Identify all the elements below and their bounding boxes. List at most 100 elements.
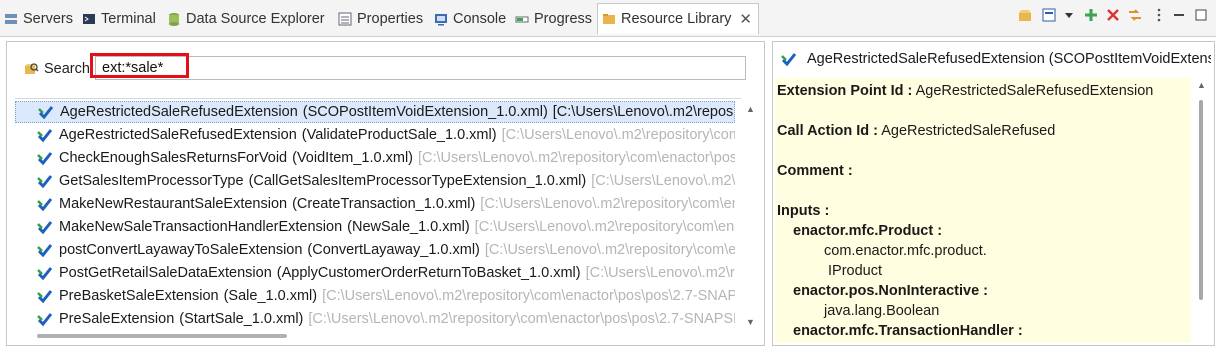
detail-panel: AgeRestrictedSaleRefusedExtension (SCOPo… — [772, 41, 1215, 346]
extension-icon — [38, 104, 54, 120]
results-list: AgeRestrictedSaleRefusedExtension (SCOPos… — [15, 98, 741, 332]
tab-servers-label: Servers — [23, 11, 73, 27]
tab-servers[interactable]: Servers — [4, 8, 73, 30]
data-source-icon — [167, 12, 181, 26]
tab-properties[interactable]: Properties — [338, 8, 423, 30]
delete-icon[interactable] — [1104, 6, 1122, 24]
extension-icon — [37, 150, 53, 166]
more-options-icon[interactable] — [1150, 6, 1168, 24]
input-type: com.enactor.mfc.product. — [824, 243, 987, 259]
progress-icon — [515, 12, 529, 26]
console-icon — [434, 12, 448, 26]
inputs-line: Inputs : — [777, 203, 829, 219]
scroll-down-icon[interactable]: ▼ — [746, 317, 755, 327]
extension-icon — [37, 242, 53, 258]
view-tab-bar: Servers Terminal Data Source Explorer Pr… — [0, 0, 1216, 37]
result-path: [C:\Users\Lenovo\.m2\repository — [585, 265, 735, 281]
scroll-up-icon[interactable]: ▲ — [1197, 80, 1206, 90]
result-row[interactable]: CheckEnoughSalesReturnsForVoid (VoidItem_… — [15, 147, 735, 169]
result-row[interactable]: GetSalesItemProcessorType (CallGetSalesIt… — [15, 170, 735, 192]
open-resource-icon[interactable] — [1016, 6, 1034, 24]
tab-resource-library[interactable]: Resource Library ✕ — [597, 3, 759, 34]
extension-icon — [37, 311, 53, 327]
scroll-up-icon[interactable]: ▲ — [746, 104, 755, 114]
detail-scroll-thumb[interactable] — [1199, 100, 1203, 300]
input-type: java.lang.Boolean — [824, 303, 940, 319]
result-row[interactable]: AgeRestrictedSaleRefusedExtension (SCOPos… — [15, 101, 735, 123]
detail-title-text: AgeRestrictedSaleRefusedExtension (SCOPo… — [807, 51, 1211, 67]
search-results-panel: Search AgeRestrictedSaleRefusedExtension… — [6, 41, 765, 346]
tab-console[interactable]: Console — [434, 8, 506, 30]
result-row[interactable]: PreSaleExtension (StartSale_1.0.xml) [C:\U… — [15, 308, 735, 330]
result-name: PostGetRetailSaleDataExtension — [59, 265, 272, 281]
vertical-scrollbar[interactable]: ▲ ▼ — [743, 99, 759, 331]
chevron-down-icon[interactable] — [1060, 6, 1078, 24]
result-file: (ConvertLayaway_1.0.xml) — [307, 242, 480, 258]
result-path: [C:\Users\Lenovo\.m2\repository\com\enac… — [591, 173, 735, 189]
result-name: AgeRestrictedSaleRefusedExtension — [60, 104, 298, 120]
tab-terminal-label: Terminal — [101, 11, 156, 27]
result-name: PreBasketSaleExtension — [59, 288, 219, 304]
result-file: (SCOPostItemVoidExtension_1.0.xml) — [302, 104, 548, 120]
extension-icon — [781, 51, 797, 67]
extension-point-line: Extension Point Id : AgeRestrictedSaleRe… — [777, 83, 1153, 99]
search-input[interactable] — [95, 56, 746, 80]
extension-icon — [37, 127, 53, 143]
result-path: [C:\Users\Lenovo\.m2\repository\com\enac… — [418, 150, 735, 166]
inputs-label: Inputs : — [777, 203, 830, 219]
detail-vertical-scrollbar[interactable]: ▲ — [1191, 78, 1211, 343]
search-icon — [23, 61, 39, 77]
call-action-line: Call Action Id : AgeRestrictedSaleRefuse… — [777, 123, 1055, 139]
result-file: (CallGetSalesItemProcessorTypeExtension_… — [248, 173, 587, 189]
resource-library-icon — [602, 12, 616, 26]
result-row[interactable]: MakeNewSaleTransactionHandlerExtension (N… — [15, 216, 735, 238]
tab-properties-label: Properties — [357, 11, 424, 27]
detail-title: AgeRestrictedSaleRefusedExtension (SCOPo… — [781, 51, 1211, 67]
properties-icon — [338, 12, 352, 26]
input-name: enactor.pos.NonInteractive : — [793, 283, 988, 299]
result-path: [C:\Users\Lenovo\.m2\repository\com\enac… — [480, 196, 735, 212]
result-name: AgeRestrictedSaleRefusedExtension — [59, 127, 297, 143]
extension-icon — [37, 288, 53, 304]
close-icon[interactable]: ✕ — [739, 10, 752, 28]
terminal-icon — [82, 12, 96, 26]
result-file: (ApplyCustomerOrderReturnToBasket_1.0.xm… — [276, 265, 581, 281]
tab-terminal[interactable]: Terminal — [82, 8, 156, 30]
sync-icon[interactable] — [1126, 6, 1144, 24]
result-file: (CreateTransaction_1.0.xml) — [292, 196, 476, 212]
extension-icon — [37, 219, 53, 235]
input-name: enactor.mfc.TransactionHandler : — [793, 323, 1023, 339]
result-path: [C:\Users\Lenovo\.m2\repository\com\enac… — [322, 288, 735, 304]
input-type: IProduct — [828, 263, 882, 279]
tab-data-source-explorer[interactable]: Data Source Explorer — [167, 8, 325, 30]
result-name: CheckEnoughSalesReturnsForVoid — [59, 150, 288, 166]
tab-data-source-explorer-label: Data Source Explorer — [186, 11, 325, 27]
result-path: [C:\Users\Lenovo\.m2\repository\com\enac… — [552, 104, 734, 120]
result-row[interactable]: PreBasketSaleExtension (Sale_1.0.xml) [C:\… — [15, 285, 735, 307]
result-name: MakeNewSaleTransactionHandlerExtension — [59, 219, 343, 235]
result-name: postConvertLayawayToSaleExtension — [59, 242, 303, 258]
servers-icon — [4, 12, 18, 26]
add-icon[interactable] — [1082, 6, 1100, 24]
horizontal-scrollbar[interactable] — [15, 329, 741, 343]
result-name: GetSalesItemProcessorType — [59, 173, 244, 189]
result-row[interactable]: MakeNewRestaurantSaleExtension (CreateTra… — [15, 193, 735, 215]
maximize-icon[interactable] — [1192, 6, 1210, 24]
extension-icon — [37, 173, 53, 189]
tab-progress[interactable]: Progress — [515, 8, 592, 30]
result-file: (VoidItem_1.0.xml) — [292, 150, 413, 166]
result-row[interactable]: postConvertLayawayToSaleExtension (Conver… — [15, 239, 735, 261]
result-file: (ValidateProductSale_1.0.xml) — [301, 127, 497, 143]
tab-console-label: Console — [453, 11, 507, 27]
detail-body: Extension Point Id : AgeRestrictedSaleRe… — [775, 78, 1191, 343]
result-path: [C:\Users\Lenovo\.m2\repository\com\enac… — [484, 242, 735, 258]
extension-icon — [37, 265, 53, 281]
call-action-label: Call Action Id : — [777, 123, 878, 139]
extension-point-label: Extension Point Id : — [777, 83, 913, 99]
minimize-icon[interactable] — [1170, 6, 1188, 24]
horizontal-scroll-thumb[interactable] — [37, 334, 287, 338]
view-menu-icon[interactable] — [1040, 6, 1058, 24]
result-row[interactable]: AgeRestrictedSaleRefusedExtension (Valida… — [15, 124, 735, 146]
result-row[interactable]: PostGetRetailSaleDataExtension (ApplyCust… — [15, 262, 735, 284]
tab-resource-library-label: Resource Library — [621, 11, 732, 27]
